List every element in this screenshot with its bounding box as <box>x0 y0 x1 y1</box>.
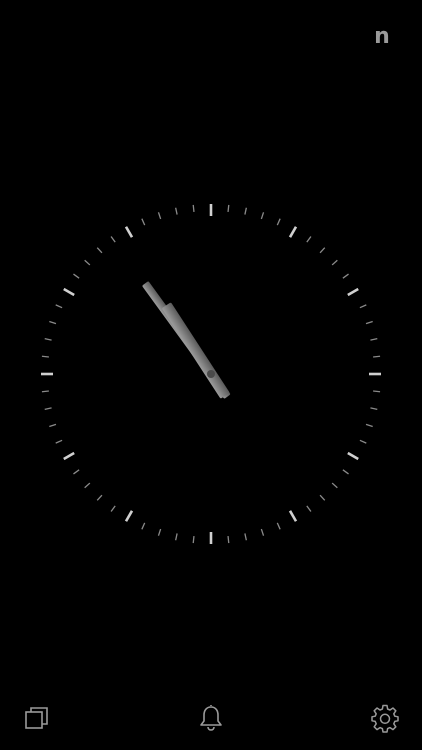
app-logo-text: n <box>374 24 390 49</box>
minute-tick <box>370 407 378 410</box>
minute-tick <box>359 439 367 444</box>
windows-button[interactable] <box>17 698 57 738</box>
minute-tick <box>44 338 52 341</box>
minute-tick <box>157 212 162 220</box>
hour-tick <box>288 510 298 522</box>
minute-tick <box>306 505 312 512</box>
minute-tick <box>141 522 146 530</box>
hour-tick <box>124 510 134 522</box>
hour-hand <box>162 302 230 399</box>
minute-tick <box>175 533 178 541</box>
minute-tick <box>55 439 63 444</box>
minute-tick <box>276 218 281 226</box>
minute-tick <box>370 338 378 341</box>
minute-tick <box>342 273 349 279</box>
minute-tick <box>157 528 162 536</box>
analog-clock-face <box>40 203 382 545</box>
minute-tick <box>227 204 230 212</box>
minute-tick <box>276 522 281 530</box>
clock-pivot <box>207 370 215 378</box>
copy-windows-icon <box>25 707 48 729</box>
app-logo-button[interactable]: n <box>370 24 394 50</box>
minute-tick <box>49 320 57 325</box>
minute-tick <box>244 207 247 215</box>
minute-tick <box>192 536 195 544</box>
minute-tick <box>192 204 195 212</box>
minute-tick <box>319 247 326 254</box>
minute-tick <box>175 207 178 215</box>
bottom-toolbar <box>0 694 422 750</box>
minute-tick <box>306 236 312 243</box>
minute-tick <box>73 469 80 475</box>
minute-tick <box>342 469 349 475</box>
clock-screen: n <box>0 0 422 750</box>
minute-tick <box>319 494 326 501</box>
bell-icon <box>200 705 222 731</box>
minute-tick <box>55 304 63 309</box>
minute-tick <box>73 273 80 279</box>
minute-tick <box>96 494 103 501</box>
hour-tick <box>347 287 359 297</box>
minute-tick <box>110 505 116 512</box>
minute-tick <box>84 259 91 266</box>
hour-tick <box>288 226 298 238</box>
minute-tick <box>365 320 373 325</box>
minute-tick <box>359 304 367 309</box>
minute-tick <box>365 423 373 428</box>
minute-tick <box>49 423 57 428</box>
minute-tick <box>141 218 146 226</box>
hour-tick <box>63 287 75 297</box>
gear-icon <box>371 704 399 733</box>
clock-svg <box>41 204 381 544</box>
minute-tick <box>260 528 265 536</box>
minute-tick <box>84 482 91 489</box>
minute-tick <box>331 482 338 489</box>
minute-tick <box>373 355 381 358</box>
hour-tick <box>124 226 134 238</box>
minute-tick <box>227 536 230 544</box>
minute-tick <box>41 390 49 393</box>
minute-tick <box>260 212 265 220</box>
minute-tick <box>110 236 116 243</box>
minute-tick <box>96 247 103 254</box>
clock-hands <box>142 281 231 399</box>
minute-tick <box>244 533 247 541</box>
minute-tick <box>331 259 338 266</box>
hour-tick <box>63 451 75 461</box>
minute-tick <box>41 355 49 358</box>
alarm-button[interactable] <box>191 698 231 738</box>
settings-button[interactable] <box>365 698 405 738</box>
minute-tick <box>44 407 52 410</box>
hour-tick <box>347 451 359 461</box>
minute-tick <box>373 390 381 393</box>
